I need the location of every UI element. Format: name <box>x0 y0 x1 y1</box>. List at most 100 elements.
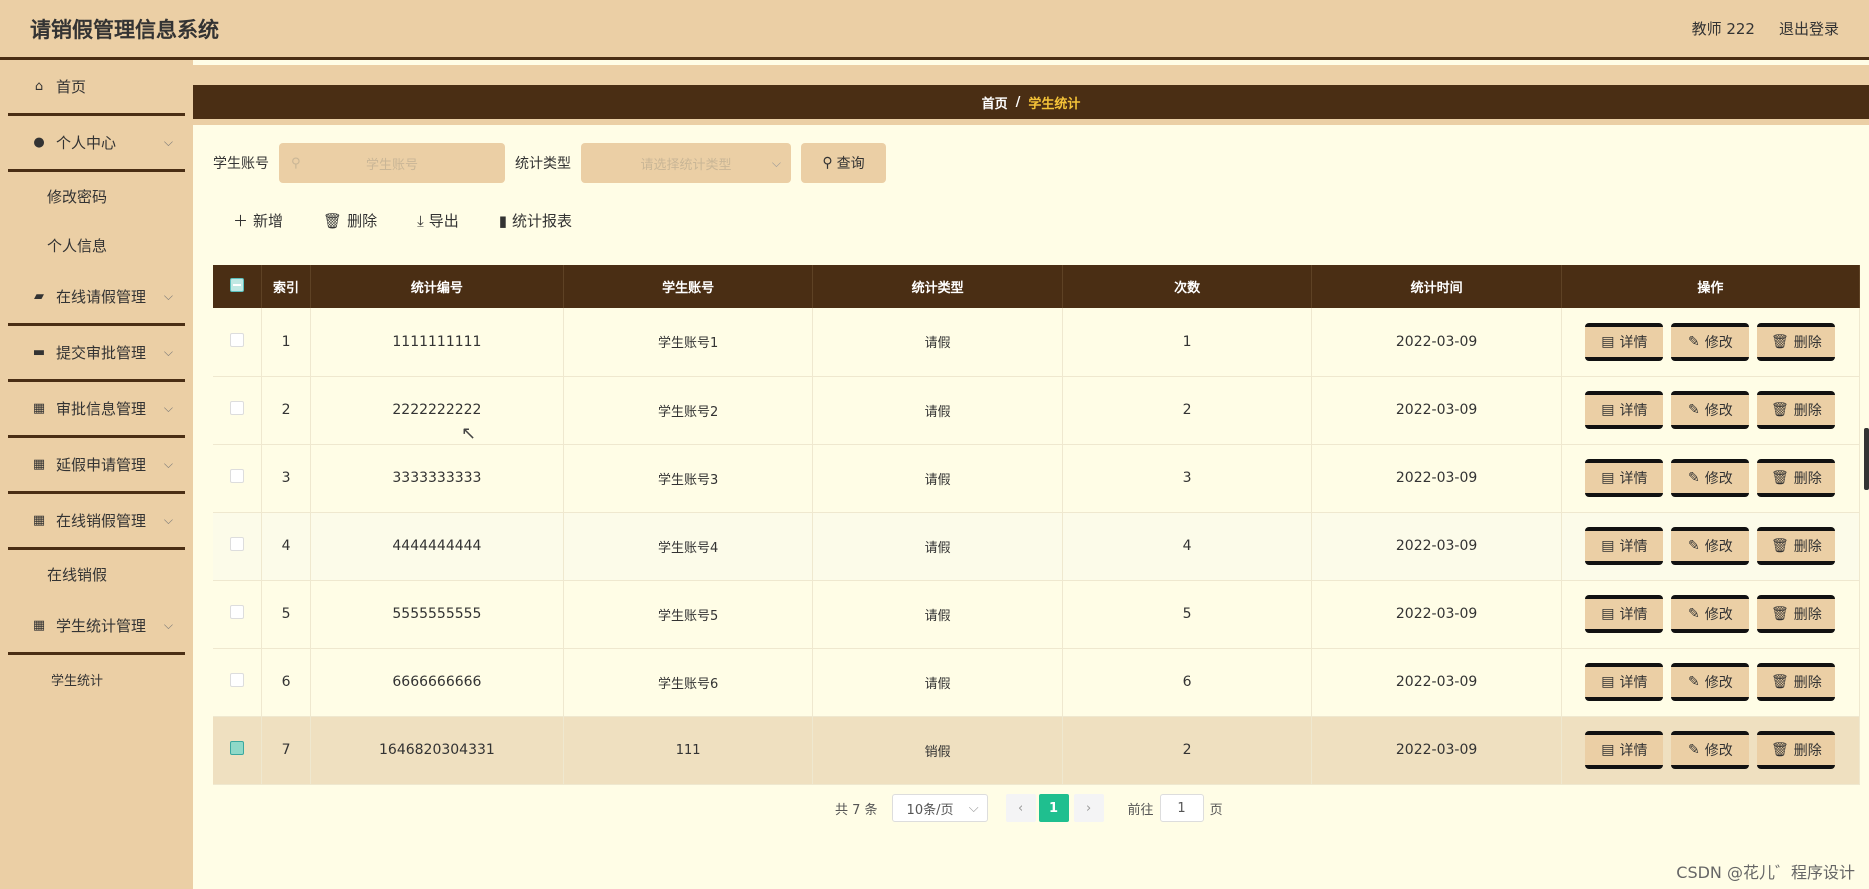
cell-type: 请假 <box>812 308 1063 377</box>
cell-type: 请假 <box>812 444 1063 513</box>
trash-icon: 🗑 <box>1771 674 1789 690</box>
pencil-icon: ✎ <box>1688 470 1700 486</box>
sidebar-item-home[interactable]: ⌂ 首页 <box>8 60 185 116</box>
edit-button[interactable]: ✎ 修改 <box>1671 391 1750 429</box>
edit-button[interactable]: ✎ 修改 <box>1671 663 1750 701</box>
current-user: 教师 222 <box>1691 20 1755 38</box>
cell-time: 2022-03-09 <box>1311 716 1562 785</box>
delete-row-button[interactable]: 🗑 删除 <box>1757 459 1836 497</box>
sidebar-item-cancel-management[interactable]: ▦ 在线销假管理 ⌵ <box>8 494 185 550</box>
chevron-right-icon: › <box>1085 800 1092 816</box>
scrollbar[interactable] <box>1864 428 1869 490</box>
sidebar-item-approval-submit[interactable]: ▬ 提交审批管理 ⌵ <box>8 326 185 382</box>
detail-button[interactable]: ▤ 详情 <box>1585 527 1664 565</box>
select-all-checkbox[interactable] <box>230 277 245 292</box>
cell-count: 3 <box>1062 444 1313 513</box>
bar-chart-icon: ▮ <box>498 211 508 230</box>
export-button[interactable]: ⤓ 导出 <box>417 210 459 231</box>
account-search-input[interactable]: ⚲ 学生账号 <box>279 143 505 183</box>
delete-row-button[interactable]: 🗑 删除 <box>1757 731 1836 769</box>
row-checkbox[interactable] <box>230 537 245 551</box>
type-select[interactable]: 请选择统计类型 ⌵ <box>581 143 791 183</box>
report-button[interactable]: ▮ 统计报表 <box>499 210 572 231</box>
query-button[interactable]: ⚲ 查询 <box>801 143 886 183</box>
cell-index: 4 <box>261 512 311 581</box>
cell-count: 2 <box>1062 376 1313 445</box>
prev-page-button[interactable]: ‹ <box>1005 794 1036 822</box>
goto-page-input[interactable]: 1 <box>1159 794 1204 822</box>
cell-index: 2 <box>261 376 311 445</box>
table-row: 3 3333333333 学生账号3 请假 3 2022-03-09 ▤ 详情 ✎ 修改 🗑 删除 <box>213 444 1861 513</box>
user-icon: ● <box>33 135 45 150</box>
row-checkbox[interactable] <box>230 673 245 687</box>
stats-table: 索引 统计编号 学生账号 统计类型 次数 统计时间 操作 1 1111111111… <box>213 265 1861 785</box>
mouse-cursor-icon: ↖ <box>461 423 477 444</box>
detail-button[interactable]: ▤ 详情 <box>1585 459 1664 497</box>
sidebar-item-stats[interactable]: 学生统计 <box>0 655 193 704</box>
cell-time: 2022-03-09 <box>1311 648 1562 717</box>
breadcrumb-current: 学生统计 <box>1028 96 1081 112</box>
next-page-button[interactable]: › <box>1073 794 1104 822</box>
cell-index: 5 <box>261 580 311 649</box>
chevron-down-icon: ⌵ <box>163 289 173 303</box>
add-button[interactable]: ＋新增 <box>233 210 283 231</box>
cell-code: 6666666666 <box>310 648 564 717</box>
sidebar-item-profile[interactable]: 个人信息 <box>0 221 193 270</box>
pencil-icon: ✎ <box>1688 538 1700 554</box>
delete-row-button[interactable]: 🗑 删除 <box>1757 322 1836 361</box>
row-checkbox[interactable] <box>230 469 245 483</box>
edit-button[interactable]: ✎ 修改 <box>1671 459 1750 497</box>
edit-button[interactable]: ✎ 修改 <box>1671 322 1750 361</box>
breadcrumb-separator: / <box>1015 94 1021 110</box>
row-checkbox[interactable] <box>230 332 245 347</box>
sidebar-item-personal[interactable]: ● 个人中心 ⌵ <box>8 116 185 172</box>
pencil-icon: ✎ <box>1688 674 1700 690</box>
main-content: 首页 / 学生统计 学生账号 ⚲ 学生账号 统计类型 请选择统计类型 ⌵ ⚲ 查… <box>193 60 1869 889</box>
edit-button[interactable]: ✎ 修改 <box>1671 527 1750 565</box>
cell-account: 学生账号3 <box>563 444 814 513</box>
breadcrumb-home[interactable]: 首页 <box>982 93 1008 112</box>
table-row: 2 2222222222 学生账号2 请假 2 2022-03-09 ▤ 详情 ✎ 修改 🗑 删除 <box>213 376 1861 445</box>
page-size-select[interactable]: 10条/页 ⌵ <box>891 794 988 822</box>
grid-icon: ▦ <box>32 513 46 528</box>
edit-button[interactable]: ✎ 修改 <box>1671 595 1750 633</box>
sidebar-item-extension[interactable]: ▦ 延假申请管理 ⌵ <box>8 438 185 494</box>
sidebar-item-leave-management[interactable]: ▰ 在线请假管理 ⌵ <box>8 270 185 326</box>
sidebar-item-change-password[interactable]: 修改密码 <box>0 172 193 221</box>
document-icon: ▤ <box>1601 402 1615 418</box>
detail-button[interactable]: ▤ 详情 <box>1585 322 1664 361</box>
cell-account: 学生账号2 <box>563 376 814 445</box>
page-1-button[interactable]: 1 <box>1038 794 1069 822</box>
row-checkbox[interactable] <box>230 741 245 755</box>
total-count: 共 7 条 <box>835 802 878 818</box>
cell-code: 2222222222 <box>310 376 564 445</box>
pagination: 共 7 条 10条/页 ⌵ ‹ 1 › 前往 1 页 <box>835 794 1223 822</box>
detail-button[interactable]: ▤ 详情 <box>1585 663 1664 701</box>
row-checkbox[interactable] <box>230 605 245 619</box>
delete-row-button[interactable]: 🗑 删除 <box>1757 663 1836 701</box>
delete-row-button[interactable]: 🗑 删除 <box>1757 391 1836 429</box>
delete-row-button[interactable]: 🗑 删除 <box>1757 595 1836 633</box>
table-row: 5 5555555555 学生账号5 请假 5 2022-03-09 ▤ 详情 ✎ 修改 🗑 删除 <box>213 580 1861 649</box>
goto-label: 前往 <box>1127 802 1154 818</box>
delete-button[interactable]: 🗑 删除 <box>323 210 377 231</box>
detail-button[interactable]: ▤ 详情 <box>1585 595 1664 633</box>
edit-button[interactable]: ✎ 修改 <box>1671 731 1750 769</box>
delete-row-button[interactable]: 🗑 删除 <box>1757 527 1836 565</box>
chevron-down-icon: ⌵ <box>163 401 173 415</box>
cell-account: 学生账号1 <box>563 308 814 377</box>
cell-code: 3333333333 <box>310 444 564 513</box>
chevron-down-icon: ⌵ <box>163 618 173 632</box>
chevron-down-icon: ⌵ <box>163 457 173 471</box>
detail-button[interactable]: ▤ 详情 <box>1585 391 1664 429</box>
trash-icon: 🗑 <box>1771 470 1789 486</box>
detail-button[interactable]: ▤ 详情 <box>1585 731 1664 769</box>
trash-icon: 🗑 <box>1771 402 1789 418</box>
sidebar-item-stats-management[interactable]: ▦ 学生统计管理 ⌵ <box>8 599 185 655</box>
sidebar-item-cancel[interactable]: 在线销假 <box>0 550 193 599</box>
column-header: 操作 <box>1561 265 1861 308</box>
logout-link[interactable]: 退出登录 <box>1779 18 1839 39</box>
row-checkbox[interactable] <box>230 401 245 415</box>
cell-code: 1646820304331 <box>310 716 564 785</box>
sidebar-item-approval-info[interactable]: ▦ 审批信息管理 ⌵ <box>8 382 185 438</box>
